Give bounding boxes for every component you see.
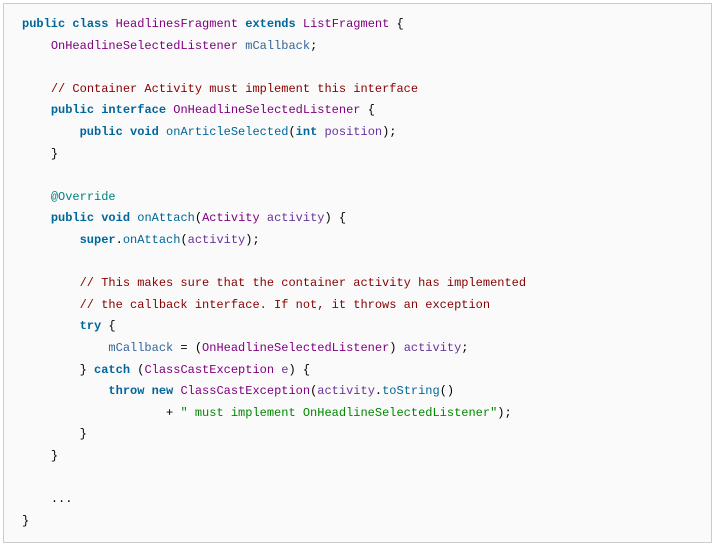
kw-extends: extends xyxy=(245,17,295,31)
kw-throw: throw xyxy=(108,384,144,398)
param-position: position xyxy=(324,125,382,139)
mtd-toString: toString xyxy=(382,384,440,398)
cls-HeadlinesFragment: HeadlinesFragment xyxy=(116,17,238,31)
cls-ListFragment: ListFragment xyxy=(303,17,389,31)
kw-catch: catch xyxy=(94,363,130,377)
kw-public: public xyxy=(22,17,65,31)
code-block: public class HeadlinesFragment extends L… xyxy=(3,3,712,543)
kw-void: void xyxy=(130,125,159,139)
cls-listener-2: OnHeadlineSelectedListener xyxy=(173,103,360,117)
cls-Activity: Activity xyxy=(202,211,260,225)
kw-new: new xyxy=(152,384,174,398)
kw-interface: interface xyxy=(101,103,166,117)
comment-1: // Container Activity must implement thi… xyxy=(51,82,418,96)
mtd-onArticleSelected: onArticleSelected xyxy=(166,125,288,139)
member-mCallback: mCallback xyxy=(245,39,310,53)
comment-3: // the callback interface. If not, it th… xyxy=(80,298,490,312)
kw-try: try xyxy=(80,319,102,333)
comment-2: // This makes sure that the container ac… xyxy=(80,276,526,290)
kw-super: super xyxy=(80,233,116,247)
kw-class: class xyxy=(72,17,108,31)
ann-Override: @Override xyxy=(51,190,116,204)
kw-int: int xyxy=(296,125,318,139)
str-1: " must implement OnHeadlineSelectedListe… xyxy=(180,406,497,420)
cls-ClassCastException: ClassCastException xyxy=(144,363,274,377)
param-activity: activity xyxy=(267,211,325,225)
mtd-onAttach: onAttach xyxy=(137,211,195,225)
ellipsis: ... xyxy=(51,492,73,506)
cls-listener-1: OnHeadlineSelectedListener xyxy=(51,39,238,53)
